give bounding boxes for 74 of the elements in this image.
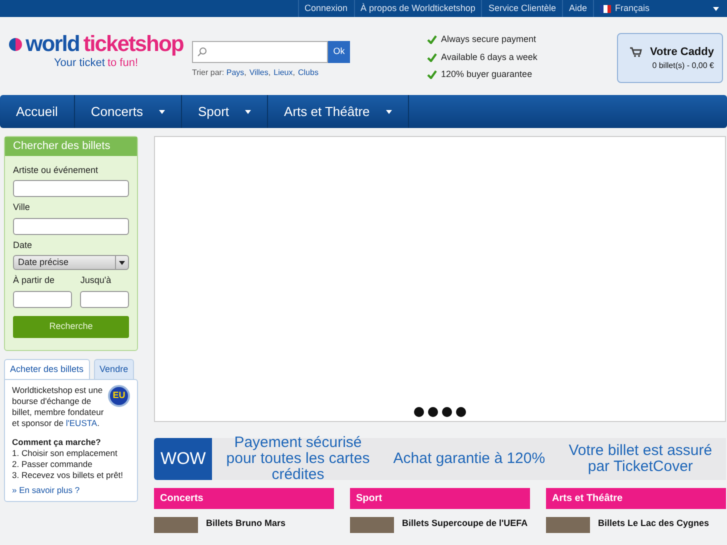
caret-icon — [245, 110, 252, 114]
caret-icon — [158, 110, 165, 114]
carousel-dot[interactable] — [456, 407, 466, 417]
guarantee-text: Available 6 days a week — [441, 50, 538, 64]
event-link[interactable]: Billets Le Lac des Cygnes — [598, 517, 710, 530]
logo-circle-icon — [8, 38, 22, 50]
banner-tag: WOW — [154, 438, 212, 480]
panel-title: Chercher des billets — [5, 137, 137, 156]
input-field[interactable] — [13, 180, 129, 197]
separator: , — [268, 68, 271, 77]
top-link[interactable]: À propos de Worldticketshop — [354, 0, 482, 17]
cart-icon — [630, 47, 642, 57]
field-label: Jusqu'à — [80, 274, 112, 287]
caret-icon — [119, 260, 125, 264]
separator: , — [244, 68, 246, 77]
nav-item[interactable]: Concerts — [74, 95, 182, 128]
site-logo[interactable]: world ticketshop — [8, 33, 184, 55]
input-field[interactable] — [13, 218, 129, 234]
field-label: Ville — [13, 201, 31, 214]
sort-link[interactable]: Lieux — [274, 68, 293, 77]
nav-item[interactable]: Sport — [182, 95, 268, 128]
language-selector[interactable]: Français — [593, 0, 693, 17]
cart-panel[interactable]: Votre Caddy 0 billet(s) - 0,00 € — [617, 33, 723, 83]
field-label: Date — [13, 238, 34, 252]
banner-text: Votre billet est assuré par TicketCover — [568, 443, 714, 475]
tagline: Your ticket to fun! — [54, 56, 138, 71]
how-title: Comment ça marche? — [12, 437, 102, 448]
field-label: À partir de — [13, 274, 56, 287]
photo-placeholder — [546, 517, 590, 533]
sort-label: Trier par: — [192, 68, 226, 77]
flag-icon — [600, 4, 611, 12]
event-link[interactable]: Billets Supercoupe de l'UEFA — [402, 517, 528, 530]
step-text: 1. Choisir son emplacement — [12, 448, 118, 460]
tab[interactable]: Acheter des billets — [4, 358, 90, 379]
event-link[interactable]: Billets Bruno Mars — [206, 517, 286, 530]
top-link[interactable]: Service Clientèle — [481, 0, 562, 17]
cart-title: Votre Caddy — [650, 44, 714, 60]
nav-item[interactable]: Accueil — [0, 95, 75, 128]
photo-placeholder — [154, 517, 198, 533]
guarantee-text: 120% buyer guarantee — [441, 68, 532, 81]
field-label: Artiste ou événement — [13, 164, 100, 176]
category-header: Sport — [350, 488, 530, 509]
carousel-dot[interactable] — [428, 407, 438, 417]
cart-summary: 0 billet(s) - 0,00 € — [652, 60, 714, 72]
category-header: Arts et Théâtre — [546, 488, 726, 509]
tab[interactable]: Vendre — [94, 358, 134, 379]
sort-link[interactable]: Villes — [249, 68, 268, 77]
banner-text: Payement sécurisé pour toutes les cartes crédites — [225, 435, 371, 483]
caret-icon — [713, 6, 719, 10]
top-link[interactable]: Connexion — [298, 0, 354, 17]
search-field[interactable] — [192, 41, 328, 63]
top-link[interactable]: Aide — [562, 0, 593, 17]
info-text: Worldticketshop est une bourse d'échange de billet, membre fondateur et sponsor de l'EUSTA. — [12, 385, 104, 430]
input-field[interactable] — [80, 290, 129, 308]
banner-text: Achat garantie à 120% — [392, 451, 546, 467]
carousel-dot[interactable] — [442, 407, 452, 417]
sort-link[interactable]: Pays — [226, 68, 244, 77]
eu-badge: EU — [108, 385, 130, 407]
step-text: 3. Recevez vos billets et prêt! — [12, 470, 124, 482]
caret-icon — [386, 110, 392, 114]
search-icon — [197, 47, 207, 57]
input-field[interactable] — [13, 290, 72, 308]
category-header: Concerts — [154, 488, 334, 509]
nav-item[interactable]: Arts et Théâtre — [268, 95, 409, 128]
step-text: 2. Passer commande — [12, 459, 94, 470]
photo-placeholder — [350, 517, 394, 533]
search-button[interactable]: Ok — [328, 41, 350, 63]
eusta-link[interactable]: l'EUSTA — [66, 418, 98, 428]
separator: , — [292, 68, 295, 77]
guarantee-text: Always secure payment — [441, 33, 536, 46]
date-dropdown[interactable]: Date précise — [13, 255, 129, 270]
carousel-dot[interactable] — [414, 407, 424, 417]
sort-link[interactable]: Clubs — [298, 68, 318, 77]
more-link[interactable]: » En savoir plus ? — [12, 485, 130, 496]
